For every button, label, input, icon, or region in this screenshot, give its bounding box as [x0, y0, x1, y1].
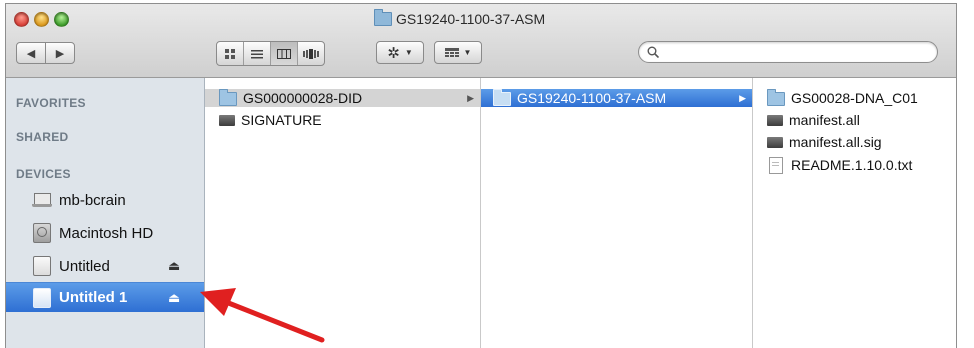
list-item[interactable]: GS19240-1100-37-ASM ▶	[481, 89, 752, 107]
window-title-text: GS19240-1100-37-ASM	[396, 11, 546, 27]
arrange-menu-button[interactable]: ▼	[434, 41, 482, 64]
file-icon	[767, 136, 783, 148]
zoom-window-button[interactable]	[54, 12, 69, 27]
folder-icon	[374, 9, 392, 26]
item-name: GS19240-1100-37-ASM	[517, 90, 667, 106]
item-name: manifest.all	[789, 112, 860, 128]
forward-button[interactable]: ▶	[45, 42, 75, 64]
chevron-down-icon: ▼	[463, 48, 472, 57]
browser-column-1: GS000000028-DID ▶ SIGNATURE	[205, 78, 481, 348]
sidebar-section-favorites[interactable]: FAVORITES	[16, 96, 86, 110]
browser-column-2: GS19240-1100-37-ASM ▶	[481, 78, 753, 348]
action-menu-button[interactable]: ✲ ▼	[376, 41, 424, 64]
sidebar-item-untitled[interactable]: Untitled ⏏	[6, 253, 204, 279]
sidebar-item-untitled-1[interactable]: Untitled 1 ⏏	[6, 282, 204, 312]
file-icon	[767, 114, 783, 126]
folder-icon	[219, 89, 237, 106]
back-button[interactable]: ◀	[16, 42, 46, 64]
list-item[interactable]: README.1.10.0.txt	[753, 156, 956, 174]
sidebar-item-label: Untitled	[59, 257, 110, 275]
folder-icon	[493, 89, 511, 106]
cover-flow-icon	[303, 48, 319, 59]
toolbar: GS19240-1100-37-ASM ◀ ▶ ✲ ▼ ▼	[6, 4, 956, 78]
external-drive-icon	[33, 287, 51, 308]
view-mode-selector	[216, 41, 325, 66]
sidebar-item-label: mb-bcrain	[59, 191, 126, 209]
sidebar-section-shared[interactable]: SHARED	[16, 130, 68, 144]
folder-icon	[767, 89, 785, 106]
sidebar-section-devices[interactable]: DEVICES	[16, 167, 71, 181]
hard-drive-icon	[33, 223, 51, 243]
sidebar: FAVORITES SHARED DEVICES mb-bcrain Macin…	[6, 78, 205, 348]
item-name: README.1.10.0.txt	[791, 157, 913, 173]
file-icon	[219, 114, 235, 126]
disclosure-arrow-icon: ▶	[739, 92, 746, 103]
external-drive-icon	[33, 256, 51, 276]
list-view-button[interactable]	[244, 42, 271, 65]
sidebar-item-label: Untitled 1	[59, 289, 128, 306]
item-name: manifest.all.sig	[789, 134, 882, 150]
close-window-button[interactable]	[14, 12, 29, 27]
sidebar-item-macintosh-hd[interactable]: Macintosh HD	[6, 220, 204, 246]
search-field[interactable]	[638, 41, 938, 63]
window-title: GS19240-1100-37-ASM	[374, 9, 546, 28]
minimize-window-button[interactable]	[34, 12, 49, 27]
text-file-icon	[769, 156, 783, 174]
list-item[interactable]: manifest.all.sig	[753, 133, 956, 151]
list-item[interactable]: GS000000028-DID ▶	[205, 89, 480, 107]
item-name: SIGNATURE	[241, 112, 322, 128]
column-view-icon	[277, 48, 291, 59]
item-name: GS00028-DNA_C01	[791, 90, 918, 106]
item-name: GS000000028-DID	[243, 90, 363, 106]
eject-icon[interactable]: ⏏	[168, 290, 180, 306]
chevron-down-icon: ▼	[404, 48, 413, 57]
cover-flow-button[interactable]	[298, 42, 324, 65]
laptop-icon	[32, 193, 52, 207]
gear-icon: ✲	[387, 44, 400, 62]
finder-window: GS19240-1100-37-ASM ◀ ▶ ✲ ▼ ▼ FAVORITES …	[5, 3, 957, 348]
column-view-button[interactable]	[271, 42, 298, 65]
list-item[interactable]: manifest.all	[753, 111, 956, 129]
search-input[interactable]	[665, 44, 937, 60]
sidebar-item-label: Macintosh HD	[59, 224, 154, 242]
chevron-right-icon: ▶	[55, 47, 65, 60]
list-item[interactable]: SIGNATURE	[205, 111, 480, 129]
browser-column-3: GS00028-DNA_C01 manifest.all manifest.al…	[753, 78, 956, 348]
eject-icon[interactable]: ⏏	[168, 258, 180, 274]
disclosure-arrow-icon: ▶	[467, 92, 474, 103]
list-item[interactable]: GS00028-DNA_C01	[753, 89, 956, 107]
sidebar-item-mb-bcrain[interactable]: mb-bcrain	[6, 187, 204, 213]
search-icon	[647, 46, 659, 58]
list-view-icon	[251, 49, 263, 58]
arrange-icon	[444, 47, 459, 57]
icon-view-icon	[224, 48, 235, 59]
icon-view-button[interactable]	[217, 42, 244, 65]
chevron-left-icon: ◀	[26, 47, 36, 60]
